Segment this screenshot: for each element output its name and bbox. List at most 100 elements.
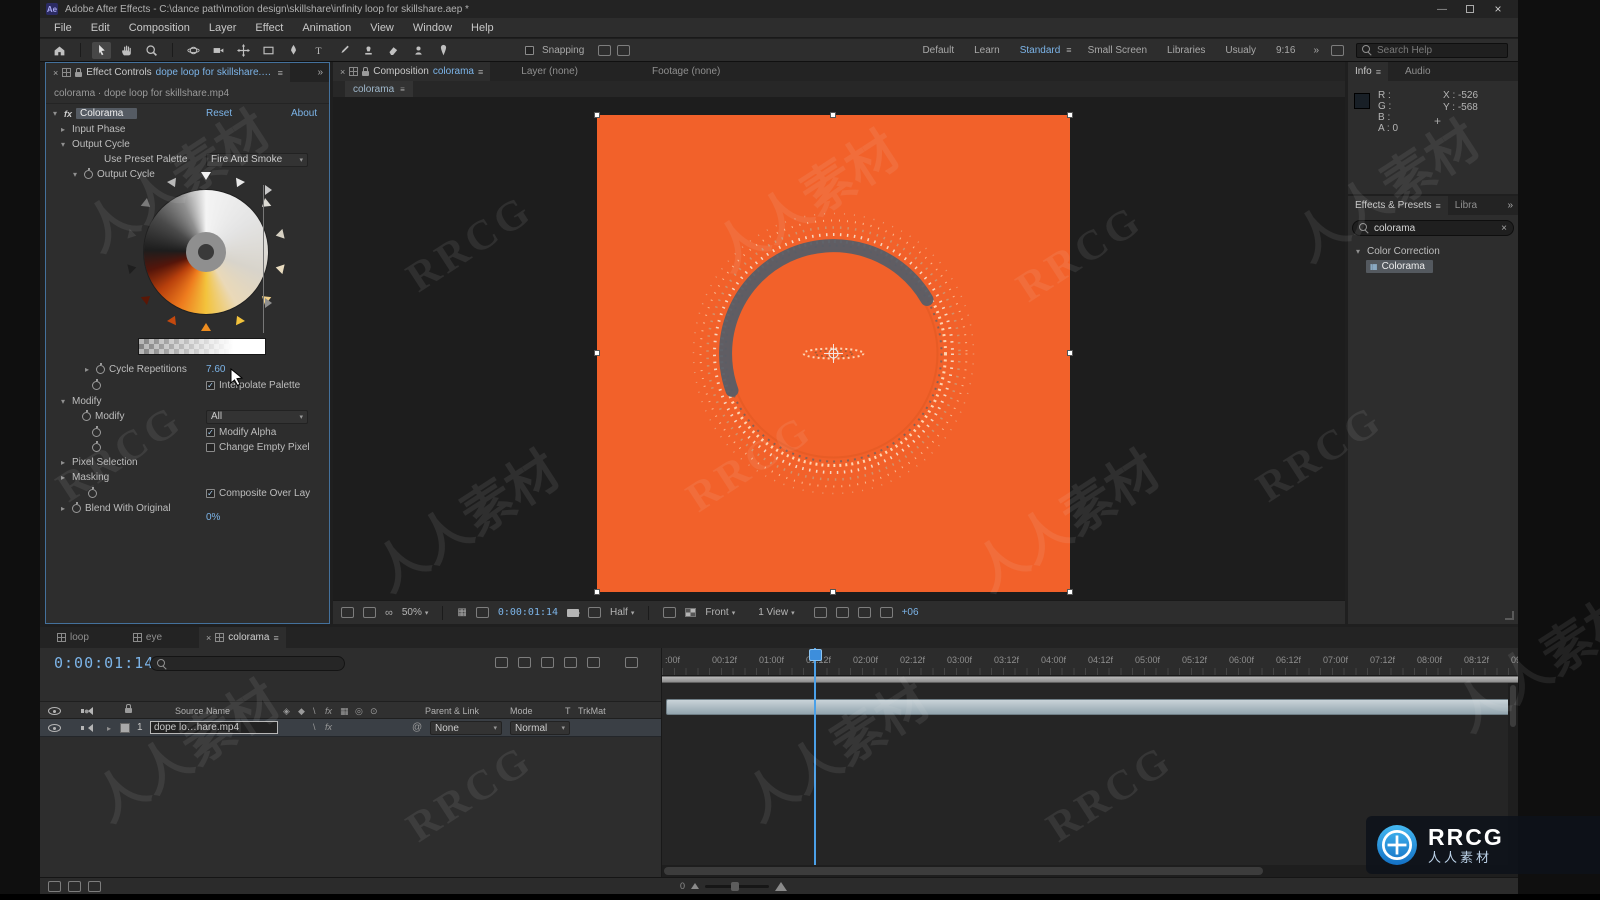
input-phase-twirl-icon[interactable]: ▸ (58, 125, 68, 134)
transparency-grid-icon[interactable] (685, 608, 697, 617)
flowchart-icon[interactable] (857, 607, 871, 618)
effects-presets-tab[interactable]: Effects & Presets ≡ (1348, 196, 1448, 215)
work-area-bar[interactable] (662, 676, 1518, 683)
modify-alpha-stopwatch-icon[interactable] (92, 426, 101, 437)
masking-twirl-icon[interactable]: ▸ (58, 473, 68, 482)
workspace-menu-icon[interactable]: ≡ (1066, 45, 1071, 55)
draft-3d-icon[interactable] (518, 657, 531, 668)
expand-transfer-controls-icon[interactable] (68, 880, 81, 892)
selection-handle[interactable] (1067, 112, 1073, 118)
expand-in-out-icon[interactable] (88, 880, 101, 892)
scrollbar-thumb[interactable] (664, 867, 1264, 875)
snapping-checkbox[interactable] (525, 45, 534, 55)
layer-label-chip[interactable] (120, 723, 130, 733)
panel-overflow-icon[interactable]: » (311, 63, 329, 82)
info-tab[interactable]: Info ≡ (1348, 62, 1388, 81)
exposure-reset-icon[interactable] (879, 607, 893, 618)
panel-menu-icon[interactable]: ≡ (1376, 67, 1381, 77)
timeline-layer-row[interactable]: ▸ 1 dope lo…hare.mp4 \ fx @ None ▾ Normal… (40, 719, 661, 737)
wheel-slider-handle-top-icon[interactable] (265, 185, 277, 195)
motion-blur-icon[interactable] (587, 657, 600, 668)
output-cycle-alpha-strip[interactable] (138, 338, 266, 355)
layer-duration-bar[interactable] (666, 699, 1510, 715)
workspace-default[interactable]: Default (922, 45, 954, 56)
modify-dropdown[interactable]: All ▾ (206, 409, 308, 424)
trkmat-column[interactable]: TrkMat (578, 706, 606, 716)
composition-tab[interactable]: × Composition colorama ≡ (333, 62, 491, 81)
menu-item[interactable]: Edit (91, 22, 110, 34)
blend-value[interactable]: 0% (206, 512, 220, 523)
composition-mini-flowchart-icon[interactable] (495, 657, 508, 668)
modify-group-twirl-icon[interactable]: ▾ (58, 397, 68, 406)
effects-search-input[interactable] (1374, 222, 1497, 234)
selection-handle[interactable] (594, 350, 600, 356)
puppet-pin-tool-icon[interactable] (434, 42, 453, 59)
panel-menu-icon[interactable]: ≡ (478, 67, 483, 77)
output-cycle-twirl-icon[interactable]: ▾ (58, 140, 68, 149)
category-label[interactable]: Color Correction (1367, 246, 1440, 257)
menu-item[interactable]: Composition (129, 22, 190, 34)
panel-menu-icon[interactable]: ≡ (1436, 201, 1441, 211)
hand-tool-icon[interactable] (117, 42, 136, 59)
panel-overflow-icon[interactable]: » (1502, 196, 1518, 215)
parent-pickwhip-icon[interactable]: @ (412, 722, 422, 733)
shy-switch-icon[interactable]: ◈ (283, 706, 290, 717)
panel-resize-grip[interactable] (1505, 611, 1514, 620)
zoom-out-mountain-icon[interactable] (691, 883, 700, 889)
shape-tool-icon[interactable] (259, 42, 278, 59)
footage-viewer-tab[interactable]: Footage (none) (645, 62, 727, 81)
collapse-switch-icon[interactable]: ◆ (298, 706, 305, 717)
3d-switch-icon[interactable]: ⊙ (370, 706, 378, 717)
interpolate-palette-checkbox[interactable]: ✓ (206, 381, 215, 390)
effect-item-colorama[interactable]: ▦ Colorama (1366, 260, 1433, 273)
pen-tool-icon[interactable] (284, 42, 303, 59)
fx-switch-icon[interactable]: fx (325, 706, 332, 716)
wheel-slider-handle-bottom-icon[interactable] (265, 298, 277, 308)
home-icon[interactable] (50, 42, 69, 59)
parent-dropdown[interactable]: None ▾ (430, 721, 502, 735)
always-preview-icon[interactable] (341, 607, 354, 618)
menu-item[interactable]: Layer (209, 22, 237, 34)
quality-switch-icon[interactable]: \ (313, 706, 316, 716)
menu-item[interactable]: File (54, 22, 72, 34)
roto-brush-tool-icon[interactable] (409, 42, 428, 59)
workspace-libraries[interactable]: Libraries (1167, 45, 1205, 56)
zoom-in-mountain-icon[interactable] (775, 881, 788, 891)
pixel-selection-twirl-icon[interactable]: ▸ (58, 458, 68, 467)
effect-about-link[interactable]: About (291, 108, 317, 119)
frame-blend-switch-icon[interactable]: ▦ (340, 706, 349, 717)
main-monitor-icon[interactable] (363, 607, 376, 618)
workspace-usualy[interactable]: Usualy (1225, 45, 1256, 56)
fast-previews-icon[interactable] (663, 607, 677, 618)
effect-twirl-icon[interactable]: ▾ (50, 109, 60, 118)
selection-handle[interactable] (830, 112, 836, 118)
source-name-column[interactable]: Source Name (175, 706, 230, 716)
workspace-standard[interactable]: Standard (1020, 45, 1061, 56)
layer-quality-icon[interactable]: \ (313, 722, 316, 732)
timeline-zoom-control[interactable]: 0 (680, 881, 788, 891)
workspace-ratio[interactable]: 9:16 (1276, 45, 1295, 56)
selection-handle[interactable] (594, 589, 600, 595)
motion-blur-switch-icon[interactable]: ◎ (355, 706, 363, 717)
expand-layer-switches-icon[interactable] (48, 880, 61, 892)
timeline-tab-colorama[interactable]: × colorama ≡ (199, 627, 286, 648)
time-ruler[interactable]: :00f00:12f01:00f01:12f02:00f02:12f03:00f… (662, 648, 1518, 676)
region-of-interest-icon[interactable] (475, 607, 489, 618)
change-empty-pixel-stopwatch-icon[interactable] (92, 441, 101, 452)
search-help-box[interactable] (1356, 42, 1508, 58)
close-panel-icon[interactable]: × (206, 633, 211, 643)
hide-shy-layers-icon[interactable] (541, 657, 554, 668)
zoom-slider-track[interactable] (705, 881, 770, 891)
menu-item[interactable]: Animation (302, 22, 351, 34)
output-cycle-wheel[interactable] (127, 172, 285, 331)
panel-menu-icon[interactable]: ≡ (278, 68, 283, 78)
current-time-indicator-head[interactable] (809, 649, 822, 661)
timeline-search-box[interactable] (150, 656, 345, 671)
workspace-overflow-icon[interactable]: » (1313, 45, 1319, 56)
selection-handle[interactable] (1067, 350, 1073, 356)
menu-item[interactable]: Help (471, 22, 494, 34)
selection-handle[interactable] (830, 589, 836, 595)
minimize-button[interactable]: — (1428, 4, 1456, 15)
type-tool-icon[interactable]: T (309, 42, 328, 59)
effect-reset-link[interactable]: Reset (206, 108, 232, 119)
